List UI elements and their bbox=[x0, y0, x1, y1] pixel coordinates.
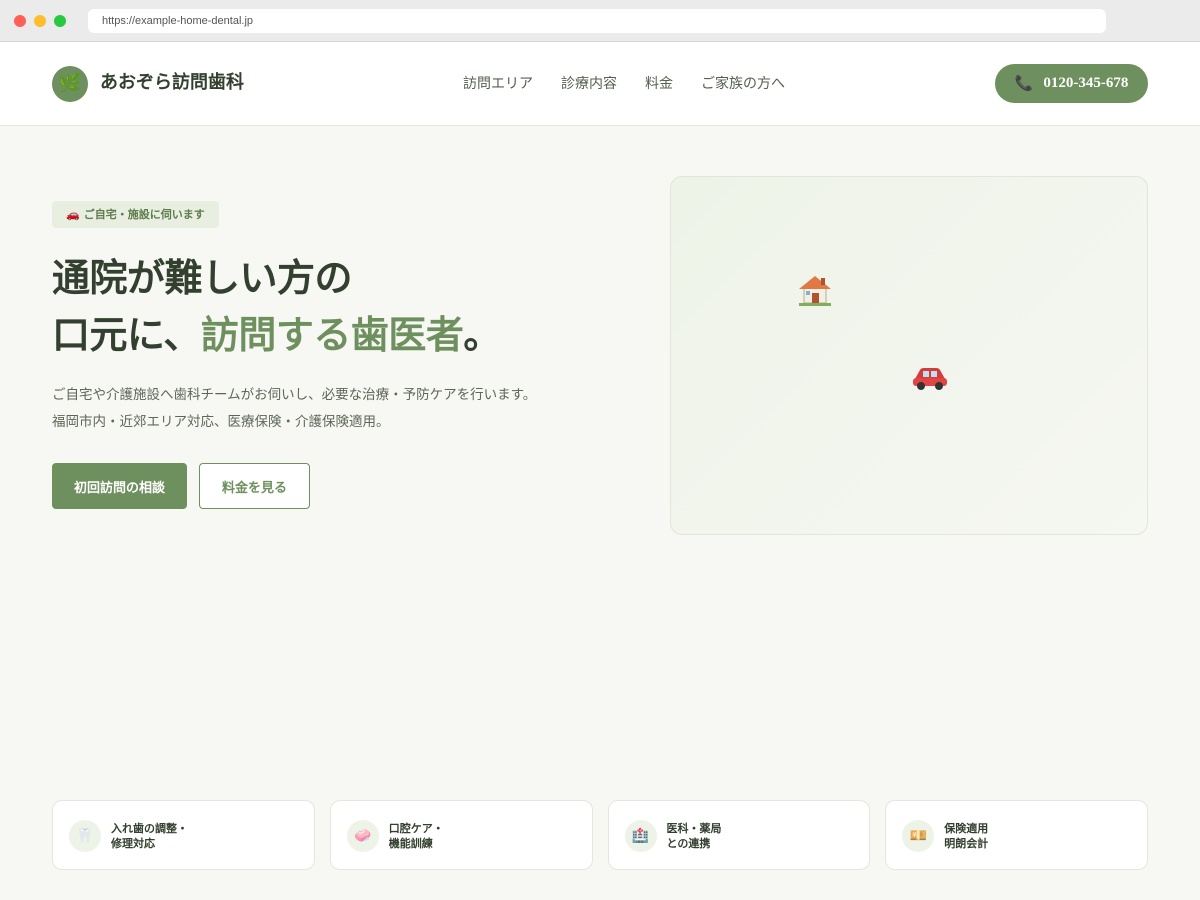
feature-text: 入れ歯の調整・ 修理対応 bbox=[111, 822, 188, 850]
phone-button[interactable]: 📞 0120-345-678 bbox=[995, 64, 1148, 103]
leaf-icon[interactable]: 🌿 bbox=[52, 66, 88, 102]
address-bar[interactable]: https://example-home-dental.jp bbox=[88, 9, 1106, 33]
feature-text: 保険適用 明朗会計 bbox=[944, 822, 989, 850]
hero-title-line1: 通院が難しい方の bbox=[52, 256, 353, 300]
phone-icon: 📞 bbox=[1014, 76, 1034, 92]
feature-list: 🦷 入れ歯の調整・ 修理対応 🧼 口腔ケア・ 機能訓練 🏥 医科・薬局 との連携… bbox=[52, 800, 1148, 870]
hero-lead-line2: 福岡市内・近郊エリア対応、医療保険・介護保険適用。 bbox=[52, 414, 390, 430]
browser-chrome: https://example-home-dental.jp bbox=[0, 0, 1200, 42]
hero-lead: ご自宅や介護施設へ歯科チームがお伺いし、必要な治療・予防ケアを行います。 福岡市… bbox=[52, 382, 612, 436]
feature-card-oral-care[interactable]: 🧼 口腔ケア・ 機能訓練 bbox=[329, 800, 593, 870]
money-icon: 💴 bbox=[902, 820, 935, 852]
nav-treatment[interactable]: 診療内容 bbox=[561, 72, 617, 96]
feature-card-insurance[interactable]: 💴 保険適用 明朗会計 bbox=[885, 800, 1148, 870]
view-price-button[interactable]: 料金を見る bbox=[199, 463, 310, 509]
feature-card-denture[interactable]: 🦷 入れ歯の調整・ 修理対応 bbox=[52, 800, 315, 870]
close-window-button[interactable] bbox=[14, 15, 26, 27]
nav-price[interactable]: 料金 bbox=[645, 72, 673, 96]
house-icon bbox=[799, 276, 831, 306]
tooth-icon: 🦷 bbox=[69, 820, 101, 852]
hero-title-accent: 訪問する歯医者 bbox=[200, 313, 464, 357]
soap-icon: 🧼 bbox=[346, 820, 379, 852]
car-icon: 🚗 bbox=[66, 208, 80, 221]
car-icon bbox=[913, 368, 947, 390]
feature-text: 口腔ケア・ 機能訓練 bbox=[388, 822, 444, 850]
nav-family[interactable]: ご家族の方へ bbox=[701, 72, 785, 96]
hero-title: 通院が難しい方の 口元に、訪問する歯医者。 bbox=[52, 250, 612, 364]
service-badge: 🚗 ご自宅・施設に伺います bbox=[52, 201, 219, 228]
site-header: 🌿 あおぞら訪問歯科 訪問エリア 診療内容 料金 ご家族の方へ 📞 0120-3… bbox=[0, 42, 1200, 126]
main-nav: 訪問エリア 診療内容 料金 ご家族の方へ bbox=[463, 72, 785, 96]
feature-card-collaboration[interactable]: 🏥 医科・薬局 との連携 bbox=[607, 800, 871, 870]
phone-number: 0120-345-678 bbox=[1043, 75, 1129, 91]
first-visit-consult-button[interactable]: 初回訪問の相談 bbox=[52, 463, 187, 509]
site-name[interactable]: あおぞら訪問歯科 bbox=[100, 70, 244, 96]
hero-title-line2-suffix: 。 bbox=[463, 313, 501, 357]
maximize-window-button[interactable] bbox=[54, 15, 66, 27]
nav-visit-area[interactable]: 訪問エリア bbox=[463, 72, 533, 96]
hospital-icon: 🏥 bbox=[624, 820, 657, 852]
hero-lead-line1: ご自宅や介護施設へ歯科チームがお伺いし、必要な治療・予防ケアを行います。 bbox=[52, 387, 537, 403]
hero-visual bbox=[670, 176, 1148, 535]
minimize-window-button[interactable] bbox=[34, 15, 46, 27]
hero-title-line2-prefix: 口元に、 bbox=[52, 313, 201, 357]
badge-text: ご自宅・施設に伺います bbox=[83, 208, 205, 221]
feature-text: 医科・薬局 との連携 bbox=[666, 822, 722, 850]
